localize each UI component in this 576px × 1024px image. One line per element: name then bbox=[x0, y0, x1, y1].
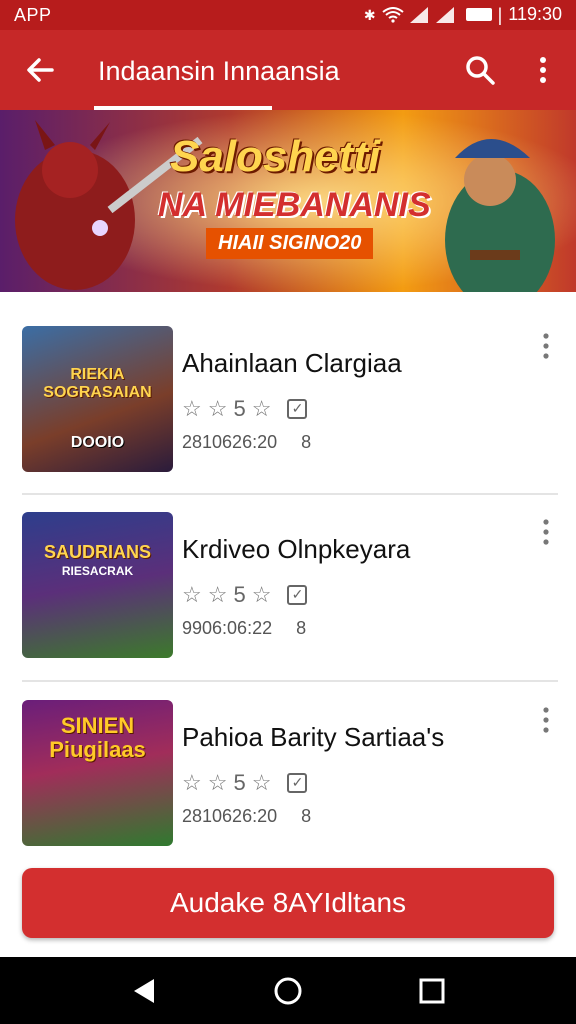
checkbox-icon[interactable]: ✓ bbox=[287, 773, 308, 793]
nav-recents-icon[interactable] bbox=[412, 971, 452, 1011]
rating-value: 5 bbox=[233, 396, 246, 421]
star-outline-icon: ☆ bbox=[207, 582, 228, 607]
game-title: Krdiveo Olnpkeyara bbox=[182, 534, 411, 564]
star-outline-icon: ☆ bbox=[182, 770, 202, 795]
list-item[interactable]: SINIEN Piugilaas Pahioa Barity Sartiaa's… bbox=[0, 674, 576, 846]
status-divider: | bbox=[497, 4, 503, 25]
more-vert-icon[interactable] bbox=[536, 516, 556, 548]
banner-subheadline: NA MIEBANANIS bbox=[158, 186, 431, 224]
rating-value: 5 bbox=[233, 582, 246, 607]
star-outline-icon: ☆ bbox=[251, 770, 272, 795]
primary-action-button[interactable]: Audake 8AYIdltans bbox=[22, 868, 554, 938]
banner-tagline: HIAII SIGINO20 bbox=[206, 228, 374, 259]
checkbox-icon[interactable]: ✓ bbox=[287, 399, 308, 419]
rating-row: ☆ ☆ 5 ☆ ✓ bbox=[182, 582, 308, 608]
page-title: Indaansin Innaansia bbox=[98, 56, 340, 86]
game-thumbnail: RIEKIA SOGRASAIAN DOOIO bbox=[22, 326, 173, 472]
list-item[interactable]: RIEKIA SOGRASAIAN DOOIO Ahainlaan Clargi… bbox=[0, 300, 576, 472]
game-meta: 2810626:20 bbox=[182, 432, 278, 452]
battery-icon bbox=[465, 8, 492, 21]
star-outline-icon: ☆ bbox=[182, 582, 202, 607]
nav-back-icon[interactable] bbox=[124, 971, 164, 1011]
bluetooth-icon: ✱ bbox=[363, 6, 376, 23]
signal-icon bbox=[435, 6, 454, 23]
more-vert-icon[interactable] bbox=[536, 330, 556, 362]
wifi-icon bbox=[381, 6, 404, 23]
status-time: 119:30 bbox=[508, 4, 562, 24]
thumbnail-title: RIEKIA SOGRASAIAN bbox=[43, 366, 152, 401]
rating-row: ☆ ☆ 5 ☆ ✓ bbox=[182, 770, 308, 796]
checkbox-icon[interactable]: ✓ bbox=[287, 585, 308, 605]
star-outline-icon: ☆ bbox=[207, 770, 228, 795]
star-outline-icon: ☆ bbox=[251, 582, 272, 607]
rating-value: 5 bbox=[233, 770, 246, 795]
status-bar: APP ✱ | 119:30 bbox=[0, 0, 576, 30]
star-outline-icon: ☆ bbox=[182, 396, 202, 421]
system-nav-bar bbox=[0, 957, 576, 1024]
signal-icon bbox=[409, 6, 428, 23]
star-outline-icon: ☆ bbox=[207, 396, 228, 421]
meta-row: 2810626:20 8 bbox=[182, 432, 311, 453]
arrow-left-icon[interactable] bbox=[22, 52, 58, 88]
game-meta: 9906:06:22 bbox=[182, 618, 273, 638]
status-app-label: APP bbox=[14, 5, 52, 25]
list-item[interactable]: SAUDRIANS RIESACRAK Krdiveo Olnpkeyara ☆… bbox=[0, 486, 576, 658]
game-title: Ahainlaan Clargiaa bbox=[182, 348, 402, 378]
game-meta: 2810626:20 bbox=[182, 806, 278, 826]
info-icon: 8 bbox=[301, 806, 312, 826]
thumbnail-title: SAUDRIANS bbox=[43, 542, 151, 562]
more-vert-icon[interactable] bbox=[536, 704, 556, 736]
more-vert-icon[interactable] bbox=[528, 52, 558, 88]
rating-row: ☆ ☆ 5 ☆ ✓ bbox=[182, 396, 308, 422]
info-icon: 8 bbox=[296, 618, 307, 638]
search-icon[interactable] bbox=[462, 52, 498, 88]
thumbnail-title: SINIEN Piugilaas bbox=[49, 713, 146, 762]
game-thumbnail: SAUDRIANS RIESACRAK bbox=[22, 512, 173, 658]
meta-row: 2810626:20 8 bbox=[182, 806, 311, 827]
thumbnail-caption: RIESACRAK bbox=[61, 564, 134, 578]
game-thumbnail: SINIEN Piugilaas bbox=[22, 700, 173, 846]
promo-banner[interactable]: Saloshetti NA MIEBANANIS HIAII SIGINO20 bbox=[0, 110, 576, 292]
banner-headline: Saloshetti bbox=[170, 132, 381, 181]
star-outline-icon: ☆ bbox=[251, 396, 272, 421]
info-icon: 8 bbox=[301, 432, 312, 452]
app-toolbar: Indaansin Innaansia bbox=[0, 30, 576, 110]
meta-row: 9906:06:22 8 bbox=[182, 618, 306, 639]
thumbnail-caption: DOOIO bbox=[70, 434, 125, 451]
nav-home-icon[interactable] bbox=[268, 971, 308, 1011]
game-title: Pahioa Barity Sartiaa's bbox=[182, 722, 445, 752]
